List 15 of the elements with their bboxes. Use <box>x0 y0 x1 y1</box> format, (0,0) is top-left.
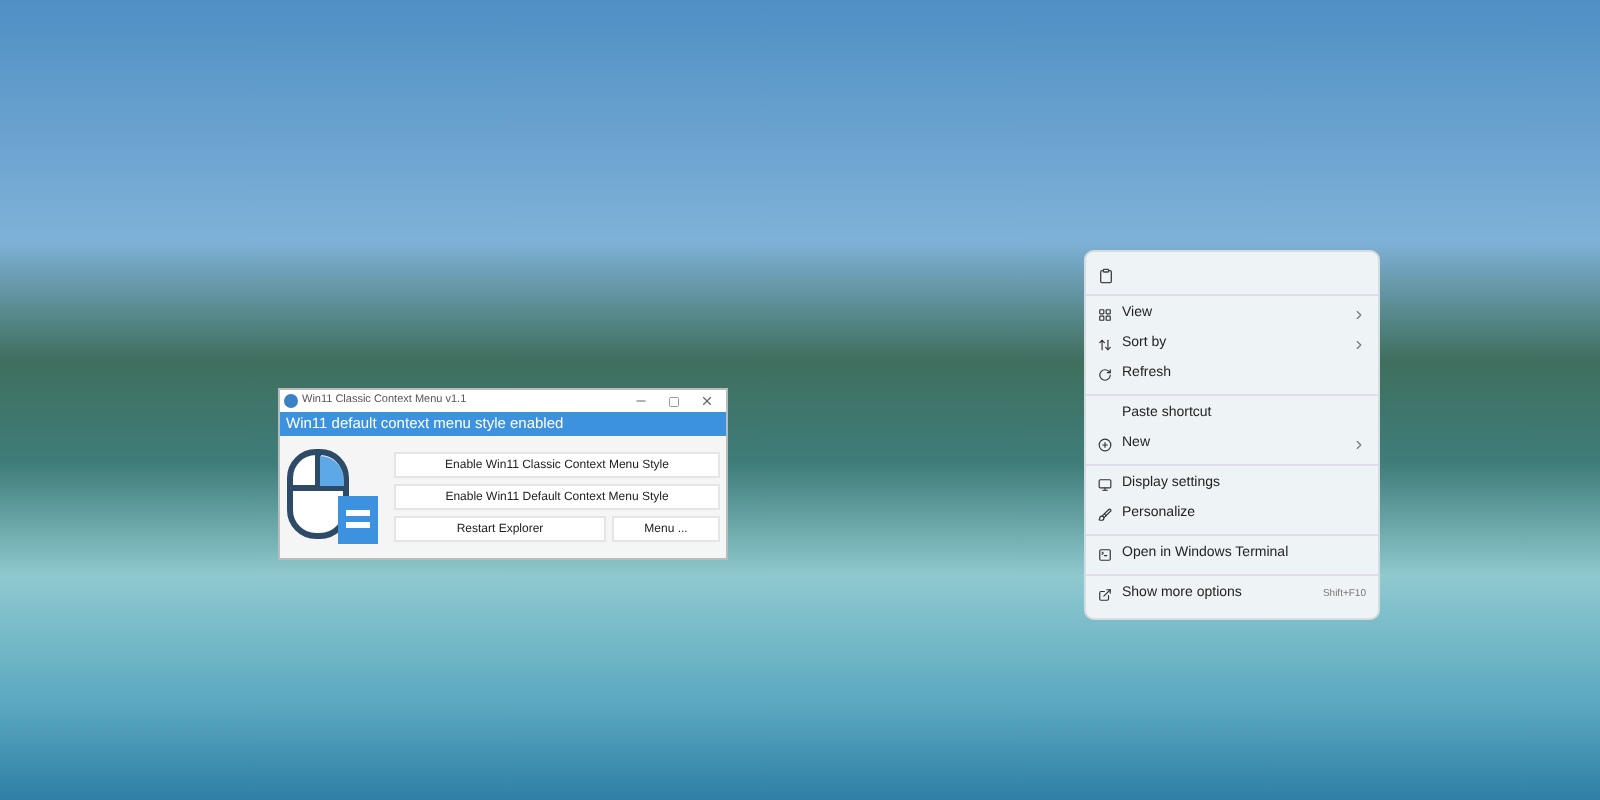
grid-icon <box>1098 308 1112 322</box>
brush-icon <box>1098 508 1112 522</box>
clipboard-icon[interactable] <box>1098 267 1114 283</box>
chevron-icon <box>1352 338 1366 352</box>
expand-icon <box>1098 588 1112 602</box>
chevron-icon <box>1352 438 1366 452</box>
sort-arrows-icon <box>1098 338 1112 352</box>
plus-circle-icon <box>1098 438 1112 452</box>
refresh-icon <box>1098 368 1112 382</box>
close-icon[interactable] <box>700 394 714 408</box>
mouse-drawing <box>286 447 382 547</box>
monitor-icon <box>1098 478 1112 492</box>
maximize-icon[interactable] <box>668 395 680 407</box>
terminal-icon <box>1098 548 1112 562</box>
chevron-icon <box>1352 308 1366 322</box>
